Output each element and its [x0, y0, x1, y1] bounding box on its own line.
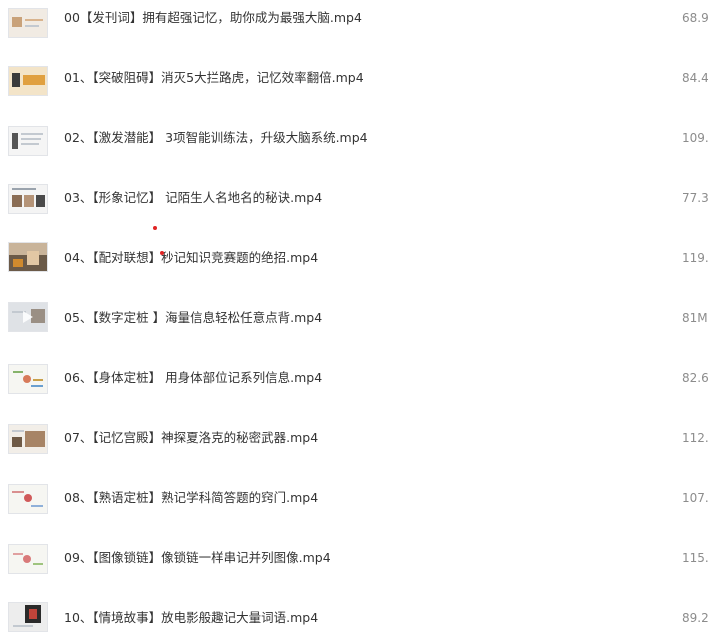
file-row-04[interactable]: 04、【配对联想】秒记知识竞赛题的绝招.mp4 119. [0, 240, 708, 280]
file-size: 109. [682, 131, 708, 145]
file-row-10[interactable]: 10、【情境故事】放电影般趣记大量词语.mp4 89.2 [0, 600, 708, 637]
file-size: 68.9 [682, 11, 708, 25]
file-name[interactable]: 02、【激发潜能】 3项智能训练法，升级大脑系统.mp4 [64, 129, 368, 147]
file-row-05[interactable]: 05、【数字定桩 】海量信息轻松任意点背.mp4 81M [0, 300, 708, 340]
file-size: 112. [682, 431, 708, 445]
video-thumbnail [8, 484, 48, 514]
annotation-dot [160, 251, 164, 255]
file-name[interactable]: 00【发刊词】拥有超强记忆，助你成为最强大脑.mp4 [64, 9, 362, 27]
video-thumbnail [8, 544, 48, 574]
file-size: 107. [682, 491, 708, 505]
file-name[interactable]: 07、【记忆宫殿】神探夏洛克的秘密武器.mp4 [64, 429, 318, 447]
video-thumbnail [8, 302, 48, 332]
file-name[interactable]: 01、【突破阻碍】消灭5大拦路虎，记忆效率翻倍.mp4 [64, 69, 364, 87]
file-row-08[interactable]: 08、【熟语定桩】熟记学科简答题的窍门.mp4 107. [0, 480, 708, 520]
file-size: 82.6 [682, 371, 708, 385]
file-row-00[interactable]: 00【发刊词】拥有超强记忆，助你成为最强大脑.mp4 68.9 [0, 0, 708, 40]
video-thumbnail [8, 66, 48, 96]
file-size: 81M [682, 311, 708, 325]
video-thumbnail [8, 184, 48, 214]
file-row-01[interactable]: 01、【突破阻碍】消灭5大拦路虎，记忆效率翻倍.mp4 84.4 [0, 60, 708, 100]
video-thumbnail [8, 126, 48, 156]
file-row-09[interactable]: 09、【图像锁链】像锁链一样串记并列图像.mp4 115. [0, 540, 708, 580]
file-name[interactable]: 10、【情境故事】放电影般趣记大量词语.mp4 [64, 609, 318, 627]
file-row-06[interactable]: 06、【身体定桩】 用身体部位记系列信息.mp4 82.6 [0, 360, 708, 400]
file-name[interactable]: 09、【图像锁链】像锁链一样串记并列图像.mp4 [64, 549, 331, 567]
video-thumbnail [8, 424, 48, 454]
video-thumbnail [8, 8, 48, 38]
video-thumbnail [8, 602, 48, 632]
file-size: 84.4 [682, 71, 708, 85]
file-name[interactable]: 03、【形象记忆】 记陌生人名地名的秘诀.mp4 [64, 189, 322, 207]
annotation-dot [153, 226, 157, 230]
file-list: 00【发刊词】拥有超强记忆，助你成为最强大脑.mp4 68.9 01、【突破阻碍… [0, 0, 708, 637]
file-size: 115. [682, 551, 708, 565]
file-row-02[interactable]: 02、【激发潜能】 3项智能训练法，升级大脑系统.mp4 109. [0, 120, 708, 160]
file-name[interactable]: 04、【配对联想】秒记知识竞赛题的绝招.mp4 [64, 249, 318, 267]
file-name[interactable]: 06、【身体定桩】 用身体部位记系列信息.mp4 [64, 369, 322, 387]
file-row-03[interactable]: 03、【形象记忆】 记陌生人名地名的秘诀.mp4 77.3 [0, 180, 708, 220]
file-size: 119. [682, 251, 708, 265]
file-name[interactable]: 08、【熟语定桩】熟记学科简答题的窍门.mp4 [64, 489, 318, 507]
video-thumbnail [8, 364, 48, 394]
play-icon [23, 311, 33, 323]
file-row-07[interactable]: 07、【记忆宫殿】神探夏洛克的秘密武器.mp4 112. [0, 420, 708, 460]
file-name[interactable]: 05、【数字定桩 】海量信息轻松任意点背.mp4 [64, 309, 322, 327]
video-thumbnail [8, 242, 48, 272]
file-size: 77.3 [682, 191, 708, 205]
file-size: 89.2 [682, 611, 708, 625]
